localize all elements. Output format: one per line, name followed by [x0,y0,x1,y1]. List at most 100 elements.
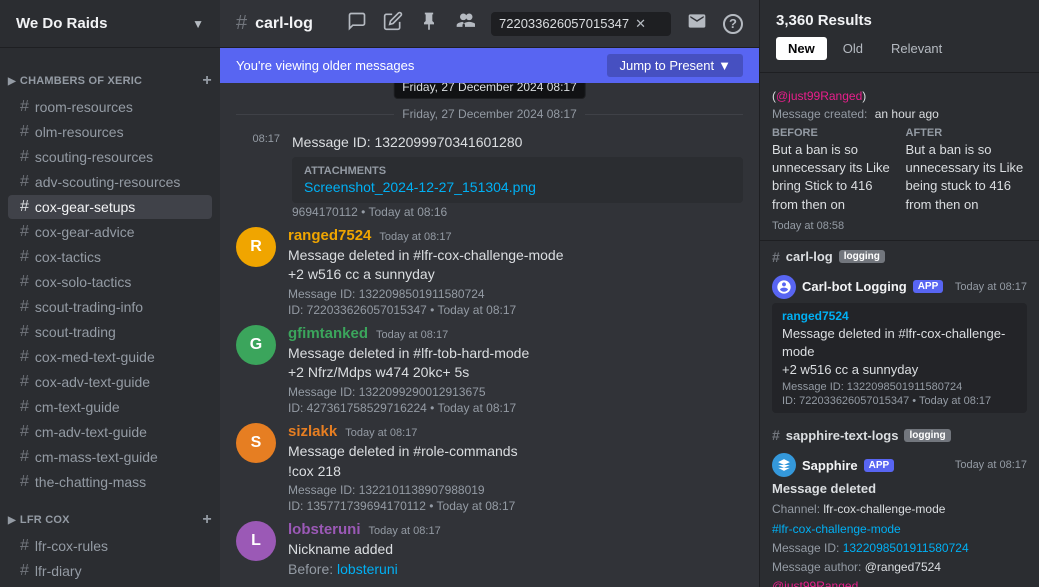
message-text: +2 Nfrz/Mdps w474 20kc+ 5s [288,363,743,383]
category-chambers-of-xeric[interactable]: ▶ CHAMBERS OF XERIC + [0,56,220,94]
attachment-filename[interactable]: Screenshot_2024-12-27_151304.png [304,179,731,195]
sidebar-item-cox-gear-setups[interactable]: # cox-gear-setups [8,195,212,219]
message-group: 08:17 Message ID: 1322099970341601280 At… [220,129,759,223]
hash-icon: # [20,348,29,366]
author-link[interactable]: @just99Ranged [772,579,858,587]
channel-label: adv-scouting-resources [35,174,181,190]
tab-new[interactable]: New [776,37,827,60]
result-author-mention: @just99Ranged [776,89,862,103]
hash-icon: # [20,298,29,316]
search-results-panel: 3,360 Results New Old Relevant (@just99R… [759,0,1039,587]
message-text: Message ID: 1322099970341601280 [292,133,743,153]
bot-avatar [772,275,796,299]
sidebar-item-room-resources[interactable]: # room-resources [8,95,212,119]
channel-label: lfr-cox-rules [35,538,108,554]
threads-icon[interactable] [347,11,367,36]
result-channel-name: carl-log [786,249,833,264]
sidebar-item-lfr-cox-rules[interactable]: # lfr-cox-rules [8,534,212,558]
sidebar-item-cox-adv-text-guide[interactable]: # cox-adv-text-guide [8,370,212,394]
result-channel-name: sapphire-text-logs [786,428,899,443]
channel-label: scout-trading-info [35,299,143,315]
sidebar-item-cm-adv-text-guide[interactable]: # cm-adv-text-guide [8,420,212,444]
nested-line1: Message deleted in #lfr-cox-challenge-mo… [782,325,1017,361]
add-channel-icon[interactable]: + [202,72,212,90]
sidebar-item-scouting-resources[interactable]: # scouting-resources [8,145,212,169]
bot-name: Carl-bot Logging [802,279,907,294]
nested-subtext2: ID: 722033626057015347 • Today at 08:17 [782,395,1017,407]
channel-label: cox-adv-text-guide [35,374,150,390]
sidebar-item-scout-trading-info[interactable]: # scout-trading-info [8,295,212,319]
sidebar-item-the-chatting-mass[interactable]: # the-chatting-mass [8,470,212,494]
date-tooltip: Friday, 27 December 2024 08:17 [393,83,586,99]
pin-icon[interactable] [419,11,439,36]
avatar: L [236,521,276,561]
channel-label: scout-trading [35,324,116,340]
search-results-body: (@just99Ranged) Message created: an hour… [760,73,1039,587]
hash-icon: # [20,537,29,555]
before-label: Before [772,127,894,139]
hash-icon: # [20,373,29,391]
sidebar-item-cox-tactics[interactable]: # cox-tactics [8,245,212,269]
chat-channel-name: carl-log [255,15,313,33]
sapphire-bot-name: Sapphire [802,458,858,473]
sidebar-item-cox-med-text-guide[interactable]: # cox-med-text-guide [8,345,212,369]
result-timestamp: Today at 08:58 [772,220,1027,232]
inbox-icon[interactable] [687,11,707,36]
author-value: @ranged7524 [865,560,941,574]
before-text: But a ban is so unnecessary its Like bri… [772,141,894,214]
message-content: lobsteruni Today at 08:17 Nickname added… [288,521,743,579]
category-lfr-cox[interactable]: ▶ LFR COX + [0,495,220,533]
help-icon[interactable]: ? [723,14,743,34]
sidebar-item-cox-gear-advice[interactable]: # cox-gear-advice [8,220,212,244]
main-chat: # carl-log 722033626057015347 ✕ ? [220,0,759,587]
server-header[interactable]: We Do Raids ▼ [0,0,220,48]
sapphire-avatar [772,453,796,477]
jump-to-present-label: Jump to Present [619,58,714,73]
pencil-icon[interactable] [383,11,403,36]
sidebar-item-cm-mass-text-guide[interactable]: # cm-mass-text-guide [8,445,212,469]
msgid-link[interactable]: 1322098501911580724 [843,541,969,555]
after-col: After But a ban is so unnecessary its Li… [906,127,1028,214]
message-subtext: ID: 722033626057015347 • Today at 08:17 [288,303,743,317]
channel-label: cox-solo-tactics [35,274,131,290]
app-badge: APP [864,459,895,472]
tab-relevant[interactable]: Relevant [879,37,954,60]
avatar: G [236,325,276,365]
after-label: After [906,127,1028,139]
sidebar-item-adv-scouting-resources[interactable]: # adv-scouting-resources [8,170,212,194]
sidebar-item-scout-trading[interactable]: # scout-trading [8,320,212,344]
sidebar-item-lfr-diary[interactable]: # lfr-diary [8,559,212,583]
add-channel-icon[interactable]: + [202,511,212,529]
results-count: 3,360 Results [776,12,1023,29]
before-label: Before: [288,561,333,577]
channel-label: cox-tactics [35,249,101,265]
username: sizlakk [288,423,337,440]
message-header: sizlakk Today at 08:17 [288,423,743,440]
older-messages-text: You're viewing older messages [236,58,414,73]
sidebar-item-cm-text-guide[interactable]: # cm-text-guide [8,395,212,419]
message-header: gfimtanked Today at 08:17 [288,325,743,342]
channel-label: cox-gear-setups [35,199,135,215]
message-subtext: ID: 135771739694170112 • Today at 08:17 [288,499,743,513]
after-text: But a ban is so unnecessary its Like bei… [906,141,1028,214]
jump-to-present-button[interactable]: Jump to Present ▼ [607,54,743,77]
avatar: S [236,423,276,463]
channel-hash-icon: # [236,12,247,35]
tab-old[interactable]: Old [831,37,875,60]
close-search-icon[interactable]: ✕ [635,16,646,32]
members-icon[interactable] [455,11,475,36]
nested-username: ranged7524 [782,309,1017,323]
message-timestamp: Today at 08:17 [376,329,448,341]
sidebar-item-olm-resources[interactable]: # olm-resources [8,120,212,144]
message-timestamp: Today at 08:17 [369,525,441,537]
message-text: Message deleted in #lfr-tob-hard-mode [288,344,743,364]
search-box[interactable]: 722033626057015347 ✕ [491,12,671,36]
message-group: R ranged7524 Today at 08:17 Message dele… [220,223,759,321]
hash-icon: # [20,173,29,191]
sidebar-item-cox-solo-tactics[interactable]: # cox-solo-tactics [8,270,212,294]
hash-icon: # [20,198,29,216]
channel-link[interactable]: #lfr-cox-challenge-mode [772,522,901,536]
result-message-time: Today at 08:17 [955,459,1027,471]
hash-icon: # [772,427,780,443]
chat-header: # carl-log 722033626057015347 ✕ ? [220,0,759,48]
